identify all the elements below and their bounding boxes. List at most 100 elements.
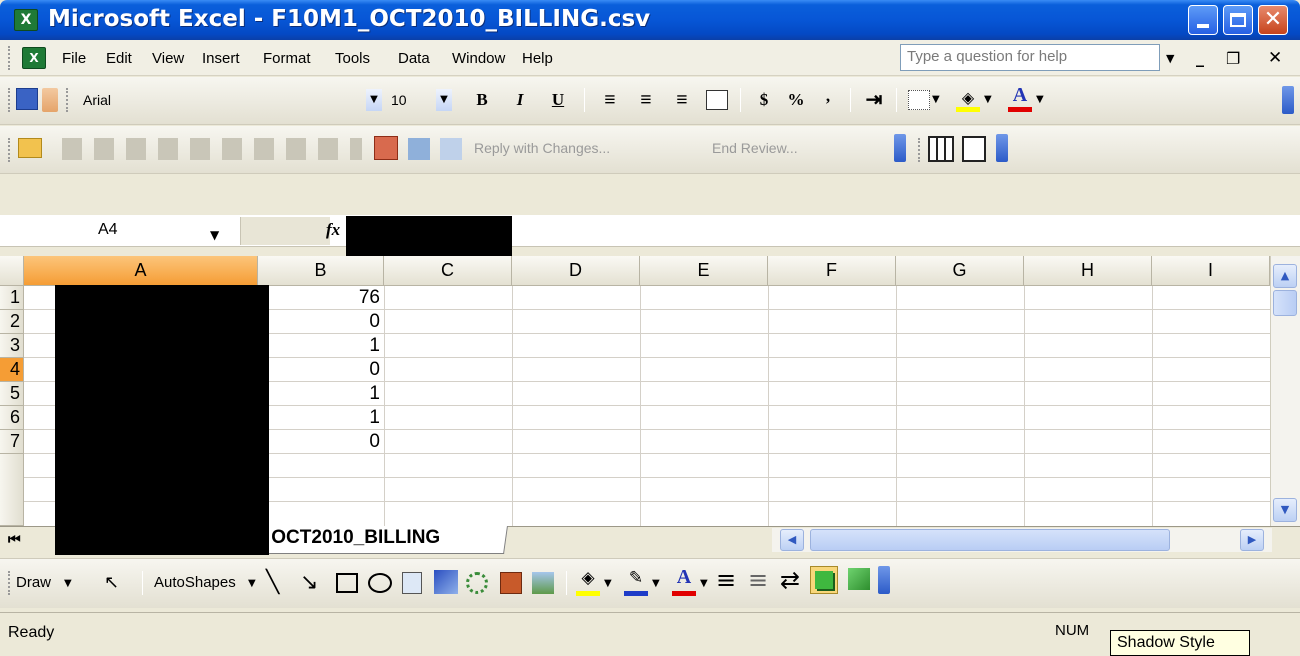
column-header-h[interactable]: H <box>1024 256 1152 286</box>
cell-b3[interactable]: 1 <box>260 335 384 357</box>
italic-button[interactable]: I <box>508 88 532 112</box>
arrow-style-icon[interactable]: ⇄ <box>780 566 800 594</box>
menu-window[interactable]: Window <box>452 50 505 67</box>
line-color-icon[interactable]: ✎ <box>624 568 648 596</box>
underline-button[interactable]: U <box>546 88 570 112</box>
horizontal-scroll-thumb[interactable] <box>810 529 1170 551</box>
oval-icon[interactable] <box>368 573 392 593</box>
dash-style-icon[interactable]: ≡ <box>748 566 768 594</box>
cell-b2[interactable]: 0 <box>260 311 384 333</box>
clip-art-icon[interactable] <box>500 572 522 594</box>
menu-file[interactable]: File <box>62 50 86 67</box>
close-button[interactable]: ✕ <box>1258 5 1288 35</box>
column-header-g[interactable]: G <box>896 256 1024 286</box>
diagram-icon[interactable] <box>466 572 488 594</box>
row-header-4[interactable]: 4 <box>0 358 24 382</box>
cell-b5[interactable]: 1 <box>260 383 384 405</box>
align-center-icon[interactable]: ≡ <box>634 88 658 112</box>
merge-center-icon[interactable] <box>706 90 728 110</box>
cell-b6[interactable]: 1 <box>260 407 384 429</box>
menu-view[interactable]: View <box>152 50 184 67</box>
column-header-c[interactable]: C <box>384 256 512 286</box>
menu-format[interactable]: Format <box>263 50 311 67</box>
menu-data[interactable]: Data <box>398 50 430 67</box>
menu-tools[interactable]: Tools <box>335 50 370 67</box>
font-name-field[interactable]: Arial <box>78 88 314 112</box>
row-header-6[interactable]: 6 <box>0 406 24 430</box>
select-all-corner[interactable] <box>0 256 24 286</box>
cell-b1[interactable]: 76 <box>260 287 384 309</box>
new-comment-icon[interactable] <box>18 138 42 158</box>
doc-restore-button[interactable]: ❐ <box>1226 49 1240 68</box>
shared-workbook-icon[interactable] <box>440 138 462 160</box>
insert-picture-icon[interactable] <box>532 572 554 594</box>
print-preview-icon[interactable] <box>962 136 986 162</box>
cell-b4[interactable]: 0 <box>260 359 384 381</box>
line-icon[interactable]: ╲ <box>266 570 279 595</box>
align-right-icon[interactable]: ≡ <box>670 88 694 112</box>
workbook-icon[interactable]: X <box>22 47 46 69</box>
borders-dropdown-icon[interactable]: ▼ <box>932 94 940 105</box>
toolbar-overflow-icon-3[interactable] <box>996 134 1008 162</box>
column-header-e[interactable]: E <box>640 256 768 286</box>
arrow-icon[interactable]: ↘ <box>300 570 318 595</box>
borders-icon[interactable] <box>908 90 930 110</box>
row-header-1[interactable]: 1 <box>0 286 24 310</box>
scroll-left-button[interactable]: ◀ <box>780 529 804 551</box>
comma-button[interactable]: , <box>816 84 840 108</box>
font-size-field[interactable]: 10 <box>386 88 430 112</box>
fill-color-dropdown-icon[interactable]: ▼ <box>984 94 992 105</box>
wordart-icon[interactable] <box>434 570 458 594</box>
row-header-5[interactable]: 5 <box>0 382 24 406</box>
excel-app-icon[interactable]: X <box>14 9 38 31</box>
toolbar-overflow-icon-2[interactable] <box>894 134 906 162</box>
indent-icon[interactable]: ⇥ <box>862 88 886 112</box>
column-header-a[interactable]: A <box>24 256 258 286</box>
toolbar-overflow-icon-4[interactable] <box>878 566 890 594</box>
menubar-grip[interactable] <box>8 46 11 70</box>
name-box-dropdown-icon[interactable]: ▼ <box>210 228 219 242</box>
column-header-f[interactable]: F <box>768 256 896 286</box>
column-header-b[interactable]: B <box>258 256 384 286</box>
column-header-i[interactable]: I <box>1152 256 1270 286</box>
draw-font-color-dropdown-icon[interactable]: ▼ <box>700 578 708 589</box>
vertical-scroll-thumb[interactable] <box>1273 290 1297 316</box>
scroll-right-button[interactable]: ▶ <box>1240 529 1264 551</box>
font-color-dropdown-icon[interactable]: ▼ <box>1036 94 1044 105</box>
help-search-input[interactable]: Type a question for help <box>900 44 1160 71</box>
spelling-icon[interactable] <box>374 136 398 160</box>
draw-dropdown-icon[interactable]: ▼ <box>64 578 72 589</box>
scroll-up-button[interactable]: ▲ <box>1273 264 1297 288</box>
menu-edit[interactable]: Edit <box>106 50 132 67</box>
draw-fill-color-icon[interactable]: ◈ <box>576 568 600 596</box>
help-dropdown-icon[interactable]: ▼ <box>1166 52 1174 65</box>
draw-fill-dropdown-icon[interactable]: ▼ <box>604 578 612 589</box>
autoshapes-button[interactable]: AutoShapes <box>154 574 236 591</box>
fill-color-icon[interactable]: ◈ <box>956 88 980 112</box>
draw-font-color-icon[interactable]: A <box>672 566 696 596</box>
row-header-7[interactable]: 7 <box>0 430 24 454</box>
line-style-icon[interactable]: ≡ <box>716 566 736 594</box>
track-changes-icon[interactable] <box>408 138 430 160</box>
fx-icon[interactable]: fx <box>326 220 340 240</box>
percent-button[interactable]: % <box>784 88 808 112</box>
toolbar-grip-5[interactable] <box>8 571 11 595</box>
doc-minimize-button[interactable]: _ <box>1196 48 1204 67</box>
shadow-style-button[interactable] <box>810 566 838 594</box>
reply-with-changes-button[interactable]: Reply with Changes... <box>474 140 610 156</box>
rectangle-icon[interactable] <box>336 573 358 593</box>
doc-close-button[interactable]: ✕ <box>1268 48 1282 68</box>
autoshapes-dropdown-icon[interactable]: ▼ <box>248 578 256 589</box>
row-header-2[interactable]: 2 <box>0 310 24 334</box>
text-box-icon[interactable] <box>402 572 422 594</box>
first-sheet-icon[interactable]: ⏮ <box>8 532 21 548</box>
columns-icon[interactable] <box>928 136 954 162</box>
3d-style-icon[interactable] <box>848 568 870 590</box>
end-review-button[interactable]: End Review... <box>712 140 798 156</box>
menu-help[interactable]: Help <box>522 50 553 67</box>
column-header-d[interactable]: D <box>512 256 640 286</box>
toolbar-grip[interactable] <box>8 88 11 112</box>
currency-button[interactable]: $ <box>752 88 776 112</box>
draw-menu-button[interactable]: Draw <box>16 574 51 591</box>
name-box[interactable]: A4 <box>0 217 240 245</box>
